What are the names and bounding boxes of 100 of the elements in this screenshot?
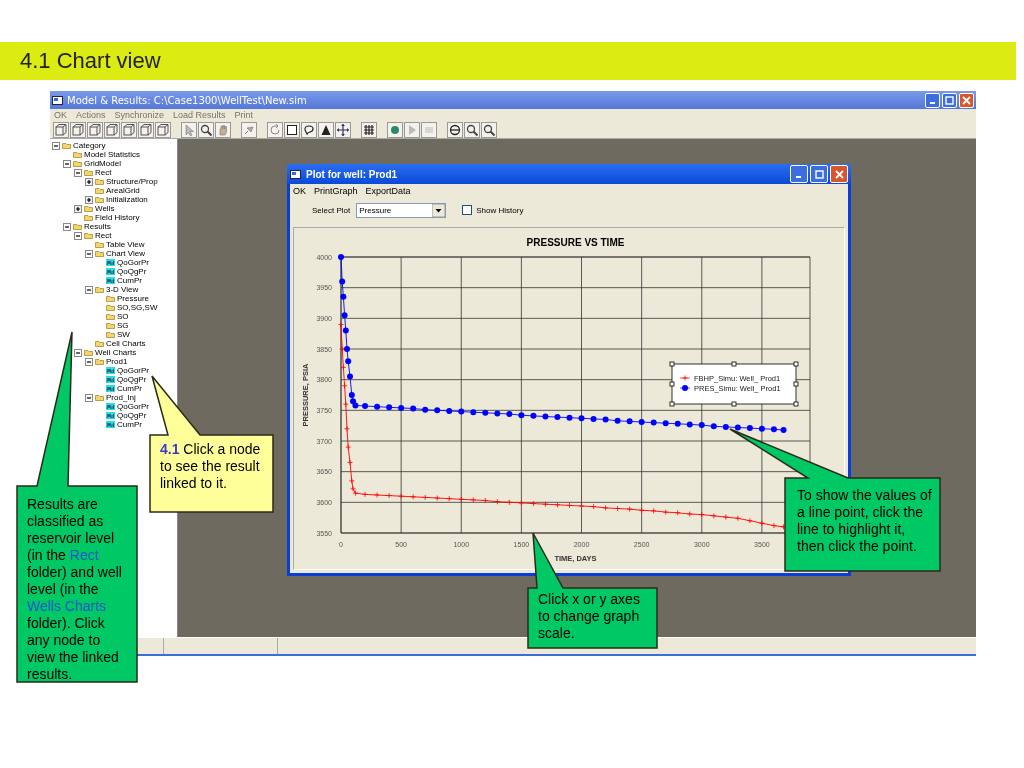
collapse-toggle[interactable] [74, 348, 82, 357]
tree-item[interactable]: Initialization [106, 195, 148, 204]
expand-toggle[interactable] [85, 177, 93, 186]
tree-item[interactable]: SG [117, 321, 129, 330]
data-point[interactable] [686, 421, 693, 428]
collapse-toggle[interactable] [52, 141, 60, 150]
data-point[interactable] [686, 511, 693, 517]
expand-toggle[interactable] [74, 204, 82, 213]
tree-item[interactable]: Well Charts [95, 348, 137, 357]
tree-item[interactable]: Wells [95, 204, 115, 213]
collapse-toggle[interactable] [63, 222, 71, 231]
data-point[interactable] [350, 485, 356, 492]
data-point[interactable] [470, 497, 477, 503]
maximize-button[interactable] [942, 92, 957, 108]
tree-item[interactable]: Prod1 [106, 357, 128, 366]
tree-item[interactable]: 3-D View [106, 285, 139, 294]
collapse-toggle[interactable] [85, 285, 93, 294]
data-point[interactable] [374, 492, 380, 498]
tree-item[interactable]: SO [117, 312, 129, 321]
data-point[interactable] [347, 373, 353, 380]
data-point[interactable] [339, 278, 346, 285]
data-point[interactable] [590, 415, 597, 422]
data-point[interactable] [345, 444, 352, 451]
data-point[interactable] [434, 495, 441, 501]
tree-item[interactable]: SO,SG,SW [117, 303, 158, 312]
data-point[interactable] [518, 500, 525, 506]
data-point[interactable] [340, 364, 347, 371]
close-button[interactable] [959, 92, 974, 108]
tree-item[interactable]: CumPr [117, 420, 142, 429]
data-point[interactable] [780, 426, 787, 433]
data-point[interactable] [614, 505, 621, 512]
tree-item[interactable]: CumPr [117, 276, 142, 285]
data-point[interactable] [446, 495, 453, 502]
data-point[interactable] [542, 413, 549, 420]
data-point[interactable] [662, 420, 669, 427]
tree-item[interactable]: QoQgPr [117, 411, 147, 420]
data-point[interactable] [470, 409, 477, 416]
tree-item[interactable]: Cell Charts [106, 339, 146, 348]
maximize-button[interactable] [810, 165, 828, 183]
cube-icon[interactable] [138, 121, 154, 138]
data-point[interactable] [734, 424, 741, 431]
tree-item[interactable]: Rect [95, 168, 112, 177]
tree-item[interactable]: Structure/Prop [106, 177, 158, 186]
tree-item[interactable]: Pressure [117, 294, 149, 303]
data-point[interactable] [602, 504, 609, 511]
data-point[interactable] [578, 415, 585, 422]
collapse-toggle[interactable] [63, 159, 71, 168]
cube-icon[interactable] [155, 121, 171, 138]
data-point[interactable] [650, 419, 657, 426]
data-point[interactable] [362, 403, 369, 410]
data-point[interactable] [347, 459, 353, 466]
data-point[interactable] [770, 426, 777, 433]
tree-item[interactable]: QoGorPr [117, 366, 149, 375]
data-point[interactable] [554, 414, 561, 421]
play-icon[interactable] [404, 121, 420, 138]
tree-item[interactable]: QoQgPr [117, 375, 147, 384]
menu-item[interactable]: PrintGraph [314, 185, 358, 196]
data-point[interactable] [348, 392, 355, 398]
minus-circle-icon[interactable] [447, 121, 463, 138]
tree-item[interactable]: Rect [95, 231, 112, 240]
data-point[interactable] [458, 408, 465, 415]
data-point[interactable] [341, 382, 348, 389]
data-point[interactable] [650, 508, 657, 514]
data-line[interactable] [340, 324, 784, 528]
tree-item[interactable]: QoQgPr [117, 267, 147, 276]
data-point[interactable] [566, 414, 573, 421]
tree-item[interactable]: Category [73, 141, 106, 150]
data-point[interactable] [352, 490, 359, 497]
data-point[interactable] [340, 293, 347, 300]
cube-icon[interactable] [104, 121, 120, 138]
pin-icon[interactable] [241, 121, 257, 138]
data-point[interactable] [542, 501, 549, 508]
tree-item[interactable]: SW [117, 330, 130, 339]
checkbox[interactable] [462, 205, 473, 215]
data-point[interactable] [758, 425, 765, 432]
tree-item[interactable]: QoGorPr [117, 402, 149, 411]
data-point[interactable] [506, 411, 513, 417]
data-point[interactable] [710, 423, 717, 430]
data-point[interactable] [446, 407, 453, 414]
tree-item[interactable]: QoGorPr [117, 258, 149, 267]
data-point[interactable] [344, 425, 350, 432]
data-point[interactable] [722, 514, 729, 520]
data-point[interactable] [566, 502, 573, 509]
menu-item[interactable]: OK [293, 185, 306, 196]
data-point[interactable] [339, 346, 346, 352]
data-point[interactable] [771, 522, 777, 529]
expand-toggle[interactable] [85, 195, 93, 204]
data-point[interactable] [734, 515, 741, 522]
data-point[interactable] [674, 509, 681, 516]
collapse-toggle[interactable] [74, 231, 82, 240]
minimize-button[interactable] [925, 92, 940, 108]
data-point[interactable] [494, 498, 501, 505]
data-point[interactable] [626, 418, 633, 425]
data-point[interactable] [698, 511, 705, 518]
data-point[interactable] [590, 503, 597, 510]
data-point[interactable] [458, 496, 465, 503]
data-point[interactable] [422, 406, 429, 413]
tree-item[interactable]: GridModel [84, 159, 121, 168]
data-point[interactable] [398, 404, 405, 411]
tree-item[interactable]: Field History [95, 213, 140, 222]
